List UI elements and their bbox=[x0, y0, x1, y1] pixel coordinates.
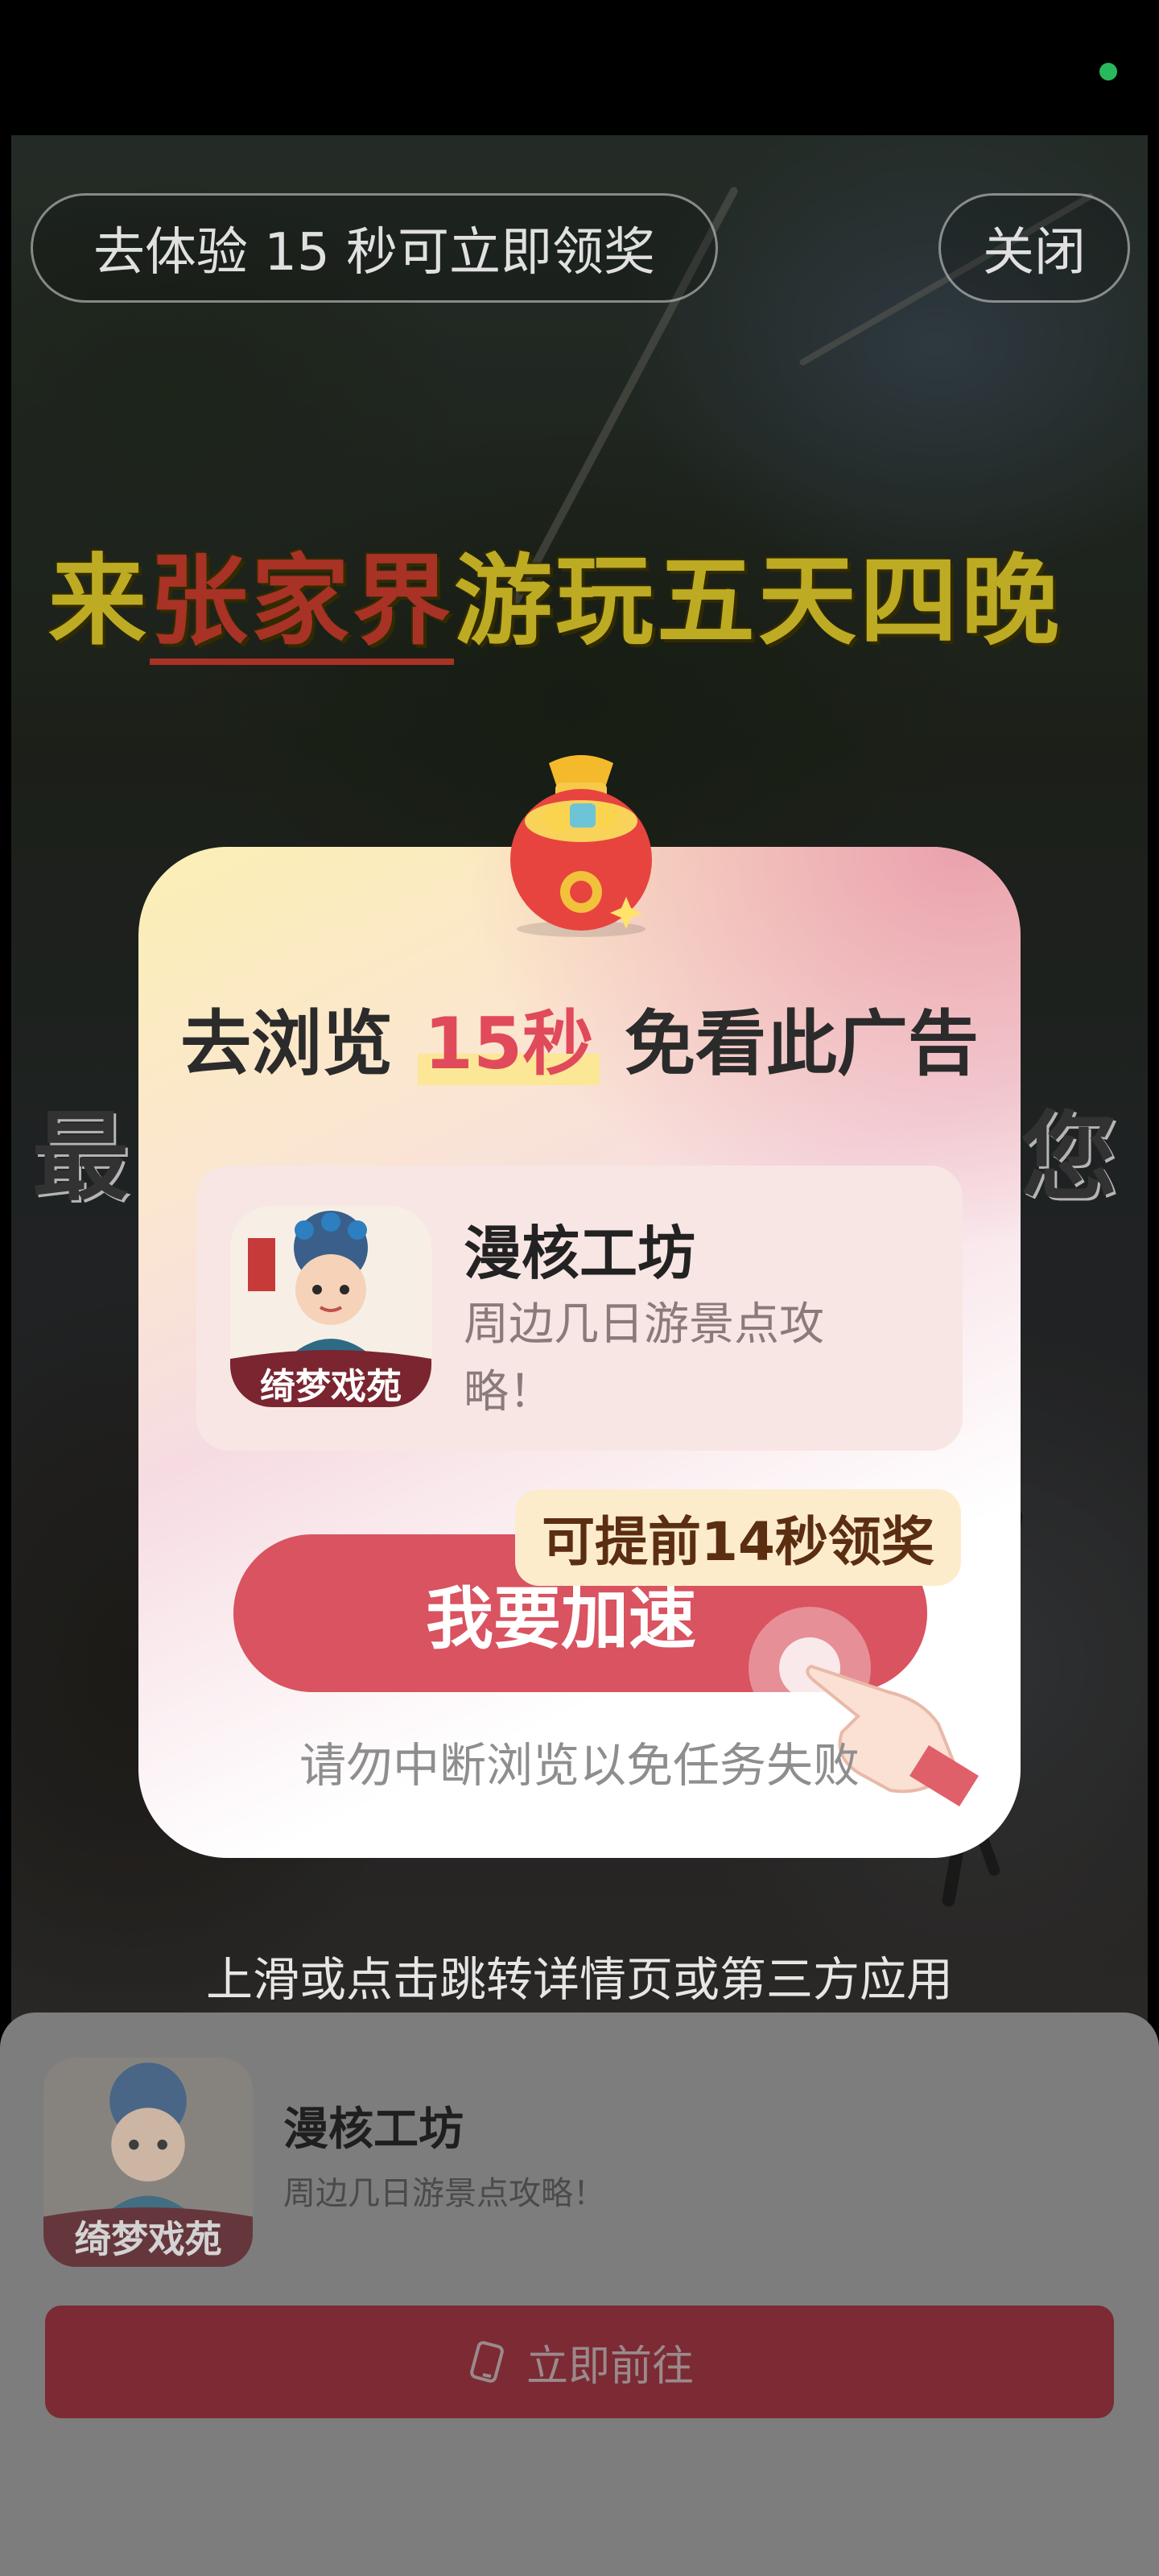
app-icon-label: 绮梦戏苑 bbox=[260, 1366, 402, 1407]
app-icon-label-wrap: 绮梦戏苑 bbox=[230, 1206, 431, 1407]
swipe-jump-hint: 上滑或点击跳转详情页或第三方应用 bbox=[205, 1952, 953, 2007]
early-reward-badge: 可提前14秒领奖 bbox=[515, 1489, 961, 1586]
open-link-icon bbox=[470, 2341, 504, 2383]
svg-text:绮梦戏苑: 绮梦戏苑 bbox=[75, 2218, 222, 2260]
bottom-app-description: 周边几日游景点攻略！ bbox=[283, 2175, 605, 2212]
bottom-app-icon: 绮梦戏苑 bbox=[43, 2058, 253, 2267]
modal-title: 去浏览 15秒 免看此广告 bbox=[180, 1002, 979, 1085]
treasure-pot-icon bbox=[510, 755, 652, 937]
app-name: 漫核工坊 bbox=[464, 1220, 696, 1287]
app-description: 周边几日游景点攻略！ bbox=[464, 1298, 824, 1418]
modal-title-seconds: 15秒 bbox=[417, 1002, 600, 1085]
warning-text: 请勿中断浏览以免任务失败 bbox=[299, 1738, 860, 1793]
bottom-app-name: 漫核工坊 bbox=[283, 2103, 464, 2156]
go-now-label: 立即前往 bbox=[526, 2342, 694, 2391]
go-now-button[interactable]: 立即前往 bbox=[45, 2306, 1114, 2418]
